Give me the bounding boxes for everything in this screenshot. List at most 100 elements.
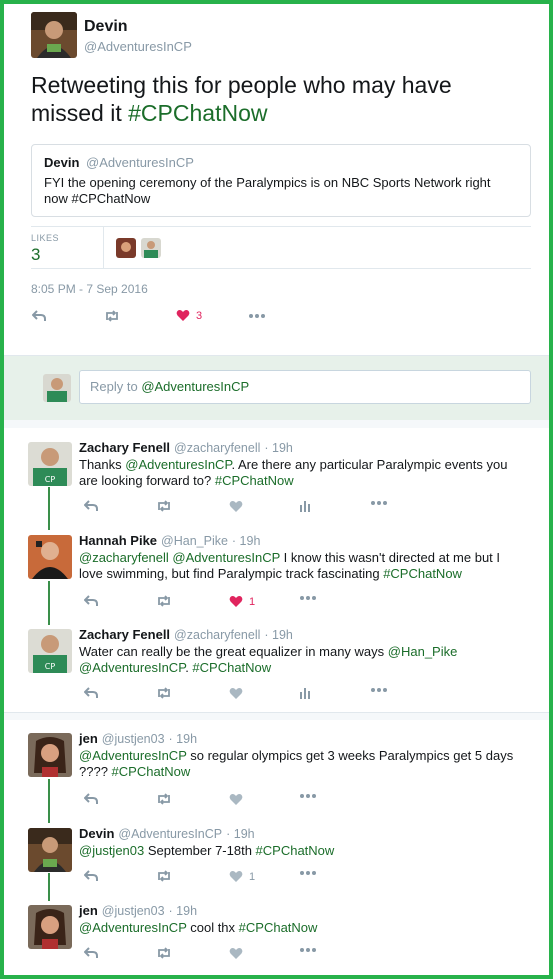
retweet-button[interactable] — [156, 500, 172, 512]
more-icon — [249, 314, 265, 318]
reply-time[interactable]: · 19h — [264, 441, 293, 455]
timestamp[interactable]: 8:05 PM - 7 Sep 2016 — [31, 282, 148, 296]
reply-author-handle[interactable]: @AdventuresInCP — [118, 827, 222, 841]
heart-icon — [176, 310, 190, 321]
reply-link[interactable]: @AdventuresInCP — [79, 748, 187, 763]
more-button[interactable] — [248, 313, 266, 319]
reply-author-handle[interactable]: @zacharyfenell — [174, 441, 260, 455]
reply-link[interactable]: #CPChatNow — [383, 566, 462, 581]
reply-avatar[interactable]: CP — [28, 442, 72, 486]
reply-button[interactable] — [84, 870, 98, 882]
reply-author-name[interactable]: jen — [79, 731, 98, 746]
reply-button[interactable] — [84, 687, 98, 699]
like-button[interactable] — [229, 687, 243, 700]
reply-text-fragment: Thanks — [79, 457, 126, 472]
reply-avatar[interactable] — [28, 733, 72, 777]
reply-time[interactable]: · 19h — [232, 534, 261, 548]
reply-author-handle[interactable]: @justjen03 — [102, 904, 165, 918]
quoted-author-name: Devin — [44, 155, 80, 170]
reply-link[interactable]: @AdventuresInCP — [172, 550, 280, 565]
reply-header: Zachary Fenell @zacharyfenell · 19h — [79, 627, 293, 642]
reply-link[interactable]: #CPChatNow — [215, 473, 294, 488]
reply-author-name[interactable]: Zachary Fenell — [79, 440, 170, 455]
reply-time[interactable]: · 19h — [226, 827, 255, 841]
liker-avatar-2[interactable] — [141, 238, 161, 258]
heart-icon — [229, 948, 243, 959]
reply-link[interactable]: #CPChatNow — [256, 843, 335, 858]
reply-author-handle[interactable]: @Han_Pike — [161, 534, 228, 548]
hashtag-link[interactable]: #CPChatNow — [128, 100, 267, 126]
reply-author-name[interactable]: Devin — [79, 826, 114, 841]
reply-author-name[interactable]: jen — [79, 903, 98, 918]
reply-button[interactable] — [84, 947, 98, 959]
like-button[interactable]: 1 — [229, 595, 255, 608]
quoted-tweet-card[interactable]: Devin @AdventuresInCP FYI the opening ce… — [31, 144, 531, 217]
reply-link[interactable]: #CPChatNow — [192, 660, 271, 675]
heart-icon — [229, 871, 243, 882]
like-button[interactable] — [229, 947, 243, 960]
reply-header: jen @justjen03 · 19h — [79, 903, 197, 918]
more-button[interactable] — [299, 793, 317, 799]
main-tweet-text: Retweeting this for people who may have … — [31, 71, 511, 127]
reply-link[interactable]: @AdventuresInCP — [79, 660, 185, 675]
more-button[interactable] — [299, 947, 317, 953]
analytics-icon — [300, 501, 310, 512]
retweet-button[interactable] — [156, 870, 172, 882]
reply-author-name[interactable]: Zachary Fenell — [79, 627, 170, 642]
retweet-button[interactable] — [156, 793, 172, 805]
more-button[interactable] — [299, 595, 317, 601]
reply-author-handle[interactable]: @justjen03 — [102, 732, 165, 746]
reply-placeholder-handle: @AdventuresInCP — [141, 379, 250, 394]
like-button[interactable]: 1 — [229, 870, 255, 883]
reply-avatar[interactable]: CP — [28, 629, 72, 673]
more-icon — [300, 948, 316, 952]
reply-avatar[interactable] — [28, 828, 72, 872]
reply-time[interactable]: · 19h — [169, 904, 198, 918]
reply-author-handle[interactable]: @zacharyfenell — [174, 628, 260, 642]
reply-link[interactable]: @justjen03 — [79, 843, 144, 858]
reply-text: @AdventuresInCP so regular olympics get … — [79, 748, 527, 780]
reply-link[interactable]: @zacharyfenell — [79, 550, 169, 565]
reply-band: Reply to @AdventuresInCP — [4, 355, 549, 420]
more-button[interactable] — [299, 870, 317, 876]
reply-button[interactable] — [84, 793, 98, 805]
reply-button[interactable] — [84, 595, 98, 607]
reply-button[interactable] — [84, 500, 98, 512]
svg-text:CP: CP — [45, 662, 56, 671]
heart-icon — [229, 688, 243, 699]
retweet-button[interactable] — [156, 947, 172, 959]
reply-avatar[interactable] — [28, 905, 72, 949]
reply-like-count: 1 — [249, 870, 256, 883]
liker-avatar-1[interactable] — [116, 238, 136, 258]
reply-link[interactable]: #CPChatNow — [112, 764, 191, 779]
reply-link[interactable]: @AdventuresInCP — [125, 457, 231, 472]
like-button[interactable]: 3 — [176, 309, 202, 322]
retweet-button[interactable] — [156, 595, 172, 607]
author-avatar[interactable] — [31, 12, 77, 58]
more-button[interactable] — [370, 687, 388, 693]
author-handle[interactable]: @AdventuresInCP — [84, 39, 192, 54]
thread-connector — [48, 581, 50, 625]
more-button[interactable] — [370, 500, 388, 506]
reply-button[interactable] — [32, 310, 46, 322]
reply-avatar[interactable] — [28, 535, 72, 579]
reply-link[interactable]: @Han_Pike — [388, 644, 458, 659]
more-icon — [371, 688, 387, 692]
reply-author-name[interactable]: Hannah Pike — [79, 533, 157, 548]
more-icon — [300, 794, 316, 798]
analytics-button[interactable] — [299, 687, 311, 699]
reply-time[interactable]: · 19h — [264, 628, 293, 642]
reply-icon — [84, 595, 98, 606]
reply-link[interactable]: @AdventuresInCP — [79, 920, 187, 935]
reply-time[interactable]: · 19h — [169, 732, 198, 746]
author-name[interactable]: Devin — [84, 18, 128, 36]
retweet-button[interactable] — [156, 687, 172, 699]
retweet-icon — [158, 793, 170, 805]
reply-input[interactable]: Reply to @AdventuresInCP — [79, 370, 531, 404]
like-button[interactable] — [229, 793, 243, 806]
analytics-button[interactable] — [299, 500, 311, 512]
retweet-button[interactable] — [104, 310, 120, 322]
like-button[interactable] — [229, 500, 243, 513]
reply-link[interactable]: #CPChatNow — [239, 920, 318, 935]
likes-count[interactable]: 3 — [31, 245, 40, 265]
